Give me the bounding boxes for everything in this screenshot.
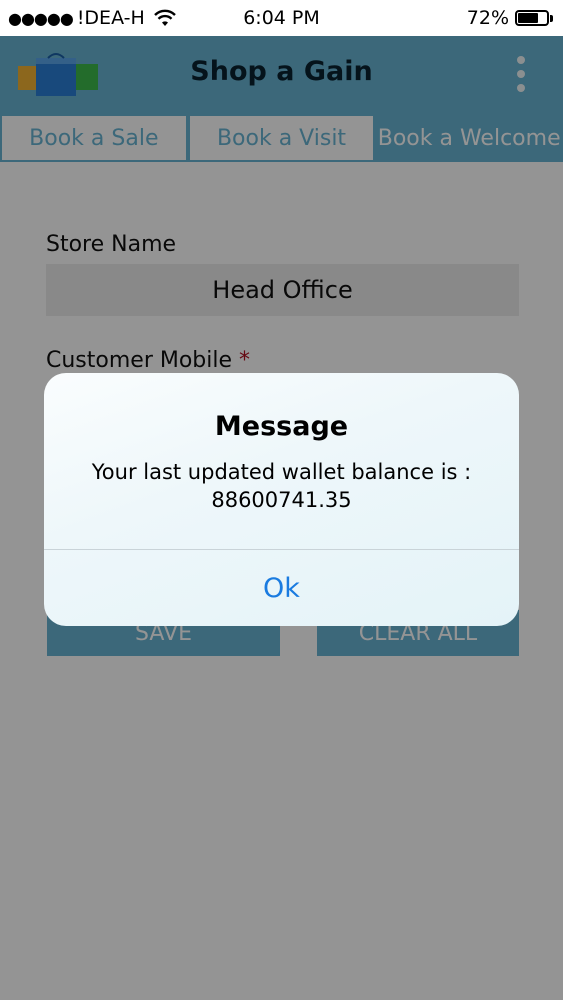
ok-button[interactable]: Ok (44, 550, 519, 626)
battery-icon (515, 10, 549, 26)
wallet-balance-value: 88600741.35 (211, 488, 352, 512)
dialog-message-line1: Your last updated wallet balance is : (91, 460, 472, 484)
status-bar-top: ●●●●● !DEA-H 6:04 PM 72% (0, 0, 563, 36)
dialog-message: Your last updated wallet balance is : 88… (74, 458, 489, 514)
battery-status: 72% (467, 7, 553, 29)
battery-percent: 72% (466, 7, 509, 29)
battery-fill (518, 13, 539, 23)
dialog-title: Message (214, 411, 349, 442)
message-dialog: Message Your last updated wallet balance… (44, 373, 519, 626)
battery-tip (550, 14, 553, 22)
